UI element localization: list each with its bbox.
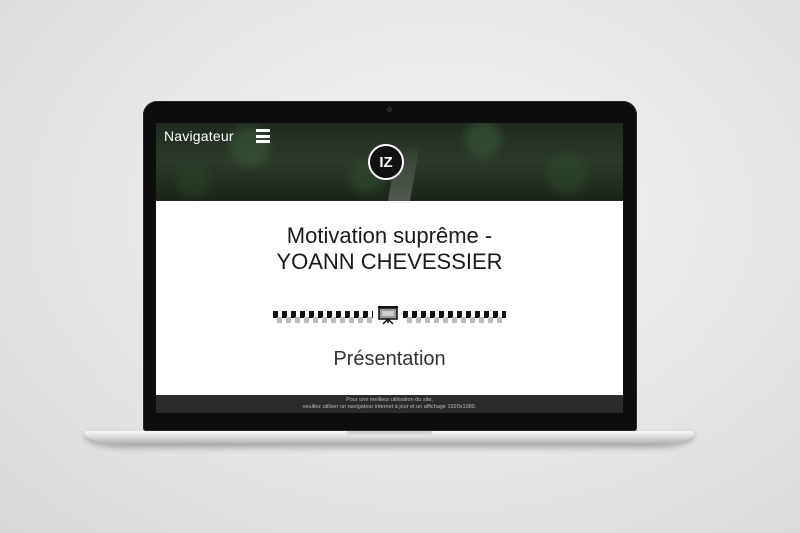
hamburger-menu-icon[interactable] [256, 129, 270, 143]
laptop-notch [347, 431, 432, 437]
section-divider [273, 304, 506, 326]
section-heading-presentation: Présentation [333, 348, 446, 370]
hero-banner: Navigateur IZ [156, 123, 623, 201]
nav-title[interactable]: Navigateur [164, 128, 234, 144]
laptop-base [85, 431, 694, 445]
page-title: Motivation suprême - YOANN CHEVESSIER [156, 223, 623, 275]
divider-dots-left-shade [273, 317, 373, 323]
browser-notice-line1: Pour une meilleur utilisation du site, [346, 397, 433, 403]
page-title-line2: YOANN CHEVESSIER [276, 249, 503, 274]
site-logo[interactable]: IZ [368, 144, 404, 180]
browser-notice-line2: veuillez utiliser un navigateur internet… [302, 404, 477, 410]
laptop-screen: Navigateur IZ Motivation suprême - YOANN… [156, 123, 623, 413]
divider-dots-right-shade [403, 317, 506, 323]
camera-icon [387, 107, 392, 112]
page-title-line1: Motivation suprême - [286, 223, 493, 248]
browser-notice-bar: Pour une meilleur utilisation du site, v… [156, 395, 623, 413]
presentation-board-icon [378, 306, 398, 325]
